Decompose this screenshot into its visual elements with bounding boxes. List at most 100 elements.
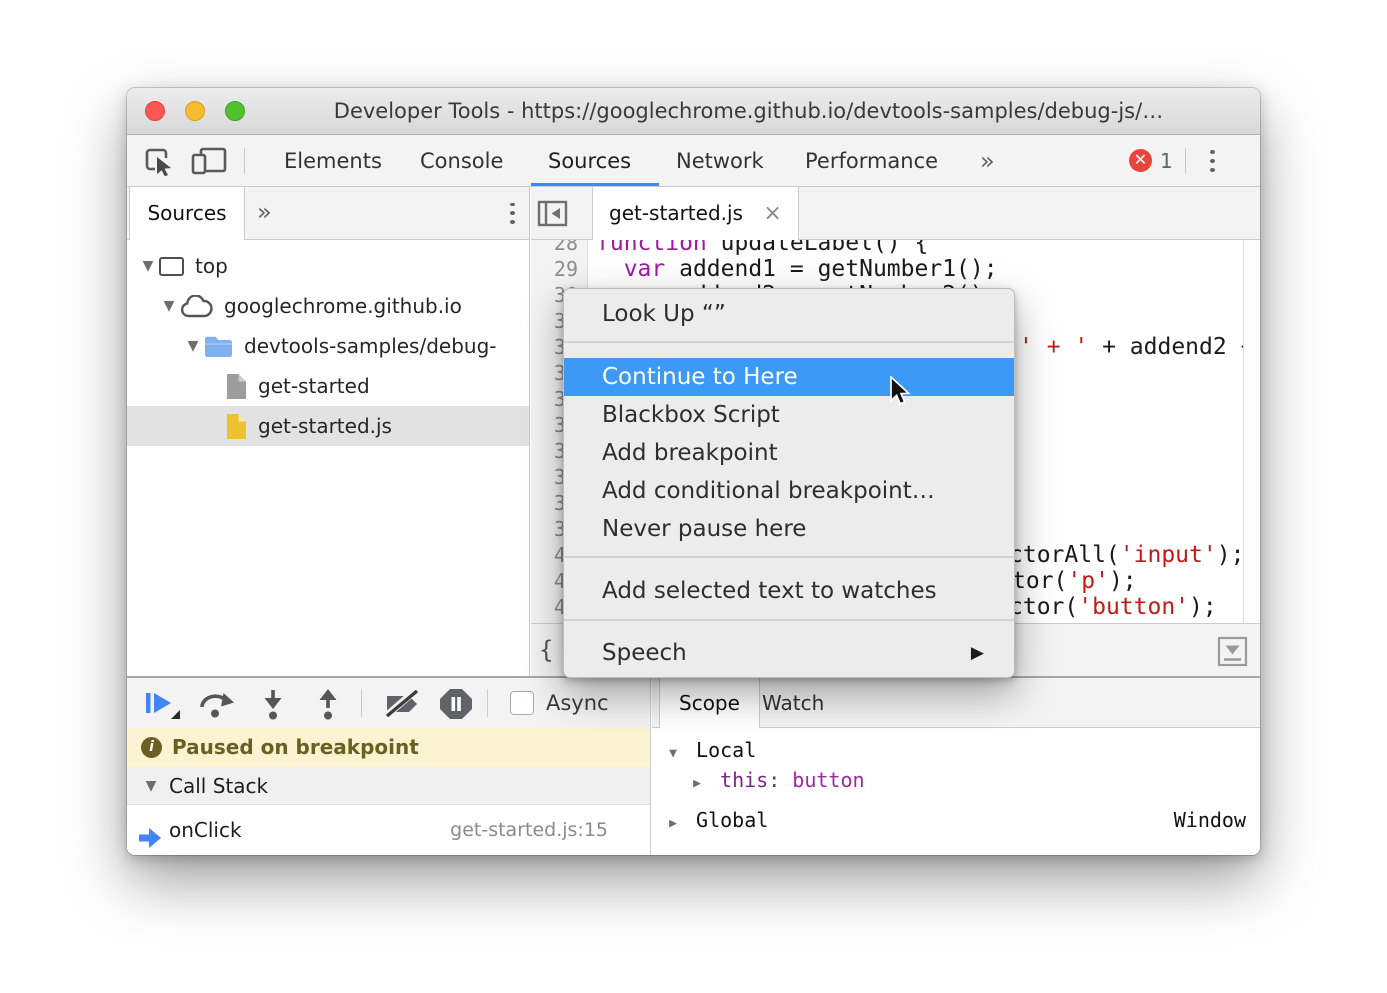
code-line-fragment: tor('p'); bbox=[1012, 568, 1137, 594]
screenshot-stage: Developer Tools - https://googlechrome.g… bbox=[0, 0, 1387, 993]
toggle-device-toolbar-icon[interactable] bbox=[189, 146, 227, 180]
current-frame-arrow-icon bbox=[137, 818, 163, 855]
step-into-icon[interactable] bbox=[260, 688, 286, 724]
more-tabs-chevron[interactable]: » bbox=[980, 135, 995, 187]
scope-tabbar: Scope Watch bbox=[652, 678, 1260, 728]
step-out-icon[interactable] bbox=[315, 688, 341, 724]
menu-item-speech[interactable]: Speech ▶ bbox=[564, 634, 1014, 672]
navigator-kebab-icon[interactable] bbox=[510, 200, 515, 226]
code-line-32-fragment: ' + ' + addend2 + bbox=[1019, 334, 1254, 360]
deactivate-breakpoints-icon[interactable] bbox=[383, 688, 423, 724]
menu-separator bbox=[564, 341, 1014, 343]
expand-arrow-icon[interactable]: ▼ bbox=[182, 338, 204, 354]
collapse-arrow-icon[interactable]: ▼ bbox=[140, 767, 162, 805]
frame-location[interactable]: get-started.js:15 bbox=[450, 805, 608, 855]
menu-item-add-conditional-breakpoint[interactable]: Add conditional breakpoint… bbox=[564, 472, 1014, 510]
scope-section-label: Global bbox=[696, 808, 768, 832]
navigator-panel: Sources » ▼ top ▼ googlechro bbox=[127, 187, 530, 678]
tree-item-get-started-html[interactable]: get-started bbox=[127, 366, 529, 406]
editor-tab-label: get-started.js bbox=[609, 201, 743, 225]
source-order-icon[interactable] bbox=[1217, 636, 1248, 671]
paused-banner: i Paused on breakpoint bbox=[127, 728, 650, 767]
toolbar-divider bbox=[361, 689, 362, 717]
menu-item-look-up[interactable]: Look Up “” bbox=[564, 295, 1014, 333]
error-badge-icon[interactable]: ✕ bbox=[1129, 149, 1152, 172]
resume-script-icon[interactable] bbox=[141, 688, 181, 724]
menu-item-blackbox-script[interactable]: Blackbox Script bbox=[564, 396, 1014, 434]
context-menu: Look Up “” Continue to Here Blackbox Scr… bbox=[563, 288, 1015, 678]
tab-elements[interactable]: Elements bbox=[284, 135, 382, 187]
tab-watch[interactable]: Watch bbox=[762, 678, 824, 728]
inspect-element-icon[interactable] bbox=[143, 146, 174, 180]
menu-separator bbox=[564, 556, 1014, 558]
menu-item-never-pause-here[interactable]: Never pause here bbox=[564, 510, 1014, 548]
async-label: Async bbox=[546, 678, 609, 728]
active-tab-underline bbox=[531, 183, 659, 186]
debugger-toolbar: Async bbox=[127, 678, 650, 728]
pause-on-exceptions-icon[interactable] bbox=[439, 688, 473, 724]
devtools-toolbar: Elements Console Sources Network Perform… bbox=[127, 135, 1260, 187]
mouse-cursor-icon bbox=[889, 376, 917, 412]
step-over-icon[interactable] bbox=[197, 688, 235, 724]
menu-item-continue-to-here[interactable]: Continue to Here bbox=[564, 358, 1014, 396]
menu-item-add-selected-text-to-watches[interactable]: Add selected text to watches bbox=[564, 572, 1014, 610]
main-menu-kebab-icon[interactable] bbox=[1210, 147, 1215, 175]
frame-icon bbox=[159, 257, 184, 276]
paused-banner-text: Paused on breakpoint bbox=[172, 735, 419, 759]
async-checkbox[interactable] bbox=[510, 691, 534, 715]
tab-sources[interactable]: Sources bbox=[548, 135, 631, 187]
file-tree: ▼ top ▼ googlechrome.github.io ▼ bbox=[127, 246, 529, 446]
tab-network[interactable]: Network bbox=[676, 135, 764, 187]
tree-item-label: get-started.js bbox=[258, 414, 392, 438]
line-number[interactable]: 28 bbox=[534, 240, 578, 256]
tree-item-label: devtools-samples/debug- bbox=[244, 334, 497, 358]
frame-function-name: onClick bbox=[169, 805, 242, 855]
tree-item-get-started-js[interactable]: get-started.js bbox=[127, 406, 529, 446]
navigator-header: Sources » bbox=[127, 187, 529, 240]
call-stack-header[interactable]: ▼ Call Stack bbox=[127, 767, 650, 805]
toolbar-divider bbox=[244, 148, 245, 174]
menu-item-add-breakpoint[interactable]: Add breakpoint bbox=[564, 434, 1014, 472]
toolbar-divider bbox=[487, 689, 488, 717]
toolbar-divider bbox=[1185, 148, 1186, 174]
expand-arrow-icon[interactable]: ▼ bbox=[158, 298, 180, 314]
scope-this-row[interactable]: ▶ this: button bbox=[652, 765, 1260, 795]
tab-console[interactable]: Console bbox=[420, 135, 503, 187]
menu-item-speech-label: Speech bbox=[602, 640, 687, 666]
zoom-window-button[interactable] bbox=[225, 101, 245, 121]
menu-separator bbox=[564, 619, 1014, 621]
navigator-tab-sources[interactable]: Sources bbox=[129, 187, 245, 240]
close-tab-icon[interactable]: × bbox=[763, 201, 781, 226]
debugger-left-pane: Async i Paused on breakpoint ▼ Call Stac… bbox=[127, 678, 651, 855]
window-title: Developer Tools - https://googlechrome.g… bbox=[257, 88, 1240, 135]
pretty-print-button[interactable]: { bbox=[539, 624, 553, 678]
call-stack-frame[interactable]: onClick get-started.js:15 bbox=[127, 805, 650, 855]
tree-item-folder[interactable]: ▼ devtools-samples/debug- bbox=[127, 326, 529, 366]
hide-navigator-icon[interactable] bbox=[537, 198, 568, 233]
editor-scrollbar[interactable] bbox=[1243, 240, 1260, 623]
line-number[interactable]: 29 bbox=[534, 256, 578, 282]
debugger-panel: Async i Paused on breakpoint ▼ Call Stac… bbox=[127, 676, 1260, 855]
editor-tabbar: get-started.js × bbox=[531, 187, 1260, 240]
expand-arrow-icon[interactable]: ▶ bbox=[686, 769, 708, 799]
tree-item-label: googlechrome.github.io bbox=[224, 294, 462, 318]
navigator-more-tabs-chevron[interactable]: » bbox=[257, 187, 272, 239]
expand-arrow-icon[interactable]: ▶ bbox=[662, 809, 684, 839]
code-line-28: function updateLabel() { bbox=[596, 240, 928, 256]
scope-local-section[interactable]: ▼ Local bbox=[652, 735, 1260, 765]
close-window-button[interactable] bbox=[145, 101, 165, 121]
tab-scope[interactable]: Scope bbox=[659, 678, 760, 728]
tree-item-top[interactable]: ▼ top bbox=[127, 246, 529, 286]
expand-arrow-icon[interactable]: ▼ bbox=[137, 258, 159, 274]
error-count[interactable]: 1 bbox=[1160, 135, 1173, 187]
scope-body: ▼ Local ▶ this: button ▶ Global Window bbox=[652, 729, 1260, 855]
file-icon-js bbox=[226, 413, 247, 440]
cloud-icon bbox=[180, 295, 213, 318]
tree-item-label: top bbox=[195, 254, 228, 278]
tab-performance[interactable]: Performance bbox=[805, 135, 938, 187]
scope-global-section[interactable]: ▶ Global Window bbox=[652, 805, 1260, 835]
editor-tab-get-started-js[interactable]: get-started.js × bbox=[592, 187, 799, 240]
scope-pane: Scope Watch ▼ Local ▶ this: button ▶ Glo… bbox=[652, 678, 1260, 855]
tree-item-origin[interactable]: ▼ googlechrome.github.io bbox=[127, 286, 529, 326]
minimize-window-button[interactable] bbox=[185, 101, 205, 121]
